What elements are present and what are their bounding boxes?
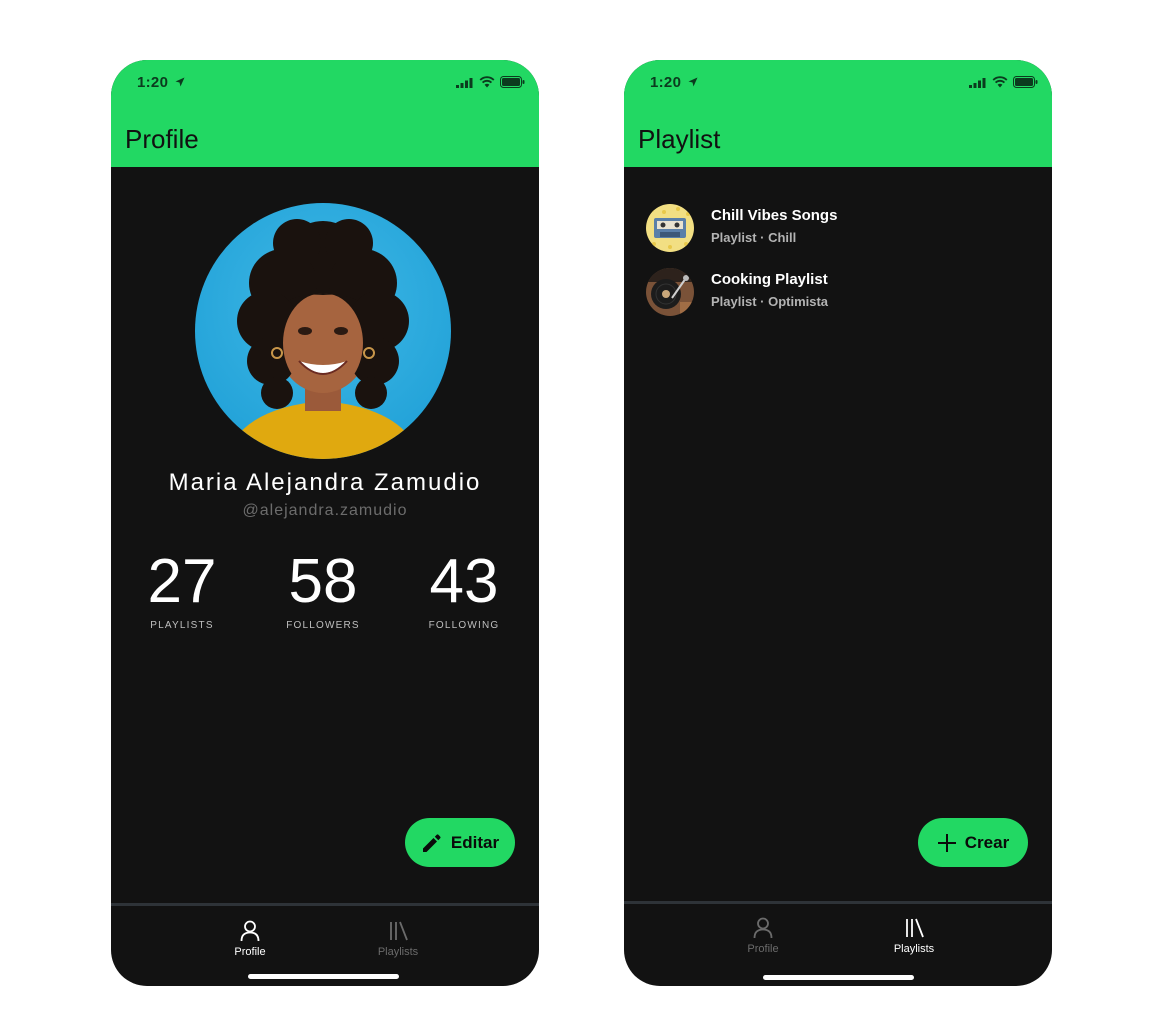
status-bar: 1:20 — [111, 60, 539, 106]
battery-icon — [1013, 76, 1038, 88]
record-player-thumbnail — [646, 268, 694, 316]
person-icon — [753, 917, 773, 939]
wifi-icon — [992, 76, 1008, 88]
tab-playlists[interactable]: Playlists — [358, 920, 438, 958]
stat-label: FOLLOWING — [428, 620, 500, 631]
tab-label: Playlists — [377, 946, 419, 958]
person-icon — [240, 920, 260, 942]
playlist-subtitle: Playlist · Chill — [711, 230, 797, 245]
stat-followers: 58 FOLLOWERS — [253, 546, 393, 631]
tab-label: Profile — [234, 946, 266, 958]
stat-value: 27 — [147, 547, 217, 616]
cellular-signal-icon — [456, 78, 473, 88]
stat-playlists: 27 PLAYLISTS — [112, 546, 252, 631]
playlist-title: Chill Vibes Songs — [711, 207, 838, 224]
playlist-screen: 1:20 Playlist Chill Vibes Songs Playlist… — [624, 60, 1052, 986]
app-header: 1:20 Profile — [111, 60, 539, 167]
library-icon — [390, 921, 408, 941]
playlist-subtitle: Playlist · Optimista — [711, 294, 829, 309]
library-icon — [906, 918, 924, 938]
plus-icon — [937, 833, 956, 852]
stat-label: PLAYLISTS — [150, 620, 214, 631]
list-item[interactable]: Cooking Playlist Playlist · Optimista — [646, 268, 1036, 318]
list-item[interactable]: Chill Vibes Songs Playlist · Chill — [646, 204, 1036, 254]
tab-playlists[interactable]: Playlists — [874, 917, 954, 955]
create-button[interactable]: Crear — [918, 818, 1028, 867]
stat-label: FOLLOWERS — [286, 620, 360, 631]
pencil-icon — [422, 833, 441, 852]
location-arrow-icon — [175, 77, 185, 87]
status-time: 1:20 — [137, 74, 169, 91]
user-name: Maria Alejandra Zamudio — [168, 469, 482, 496]
tab-profile[interactable]: Profile — [723, 917, 803, 955]
tabbar-divider — [111, 903, 539, 906]
app-header: 1:20 Playlist — [624, 60, 1052, 167]
tab-profile[interactable]: Profile — [210, 920, 290, 958]
page-title: Profile — [125, 124, 199, 154]
location-arrow-icon — [688, 77, 698, 87]
playlist-title: Cooking Playlist — [711, 271, 828, 288]
home-indicator — [763, 975, 914, 980]
tab-label: Profile — [747, 943, 779, 955]
status-bar: 1:20 — [624, 60, 1052, 106]
home-indicator — [248, 974, 399, 979]
user-handle: @alejandra.zamudio — [242, 502, 408, 519]
battery-icon — [500, 76, 525, 88]
create-button-label: Crear — [964, 832, 1010, 852]
profile-screen: 1:20 Profile Maria Alejandra Zamudio @al… — [111, 60, 539, 986]
tabbar-divider — [624, 901, 1052, 904]
wifi-icon — [479, 76, 495, 88]
stat-following: 43 FOLLOWING — [394, 546, 534, 631]
stat-value: 43 — [429, 547, 499, 616]
cellular-signal-icon — [969, 78, 986, 88]
tab-label: Playlists — [893, 943, 935, 955]
cassette-thumbnail — [646, 204, 694, 252]
avatar — [195, 203, 451, 459]
status-time: 1:20 — [650, 74, 682, 91]
stat-value: 58 — [288, 547, 358, 616]
edit-button[interactable]: Editar — [405, 818, 515, 867]
edit-button-label: Editar — [450, 832, 500, 852]
page-title: Playlist — [638, 124, 721, 154]
